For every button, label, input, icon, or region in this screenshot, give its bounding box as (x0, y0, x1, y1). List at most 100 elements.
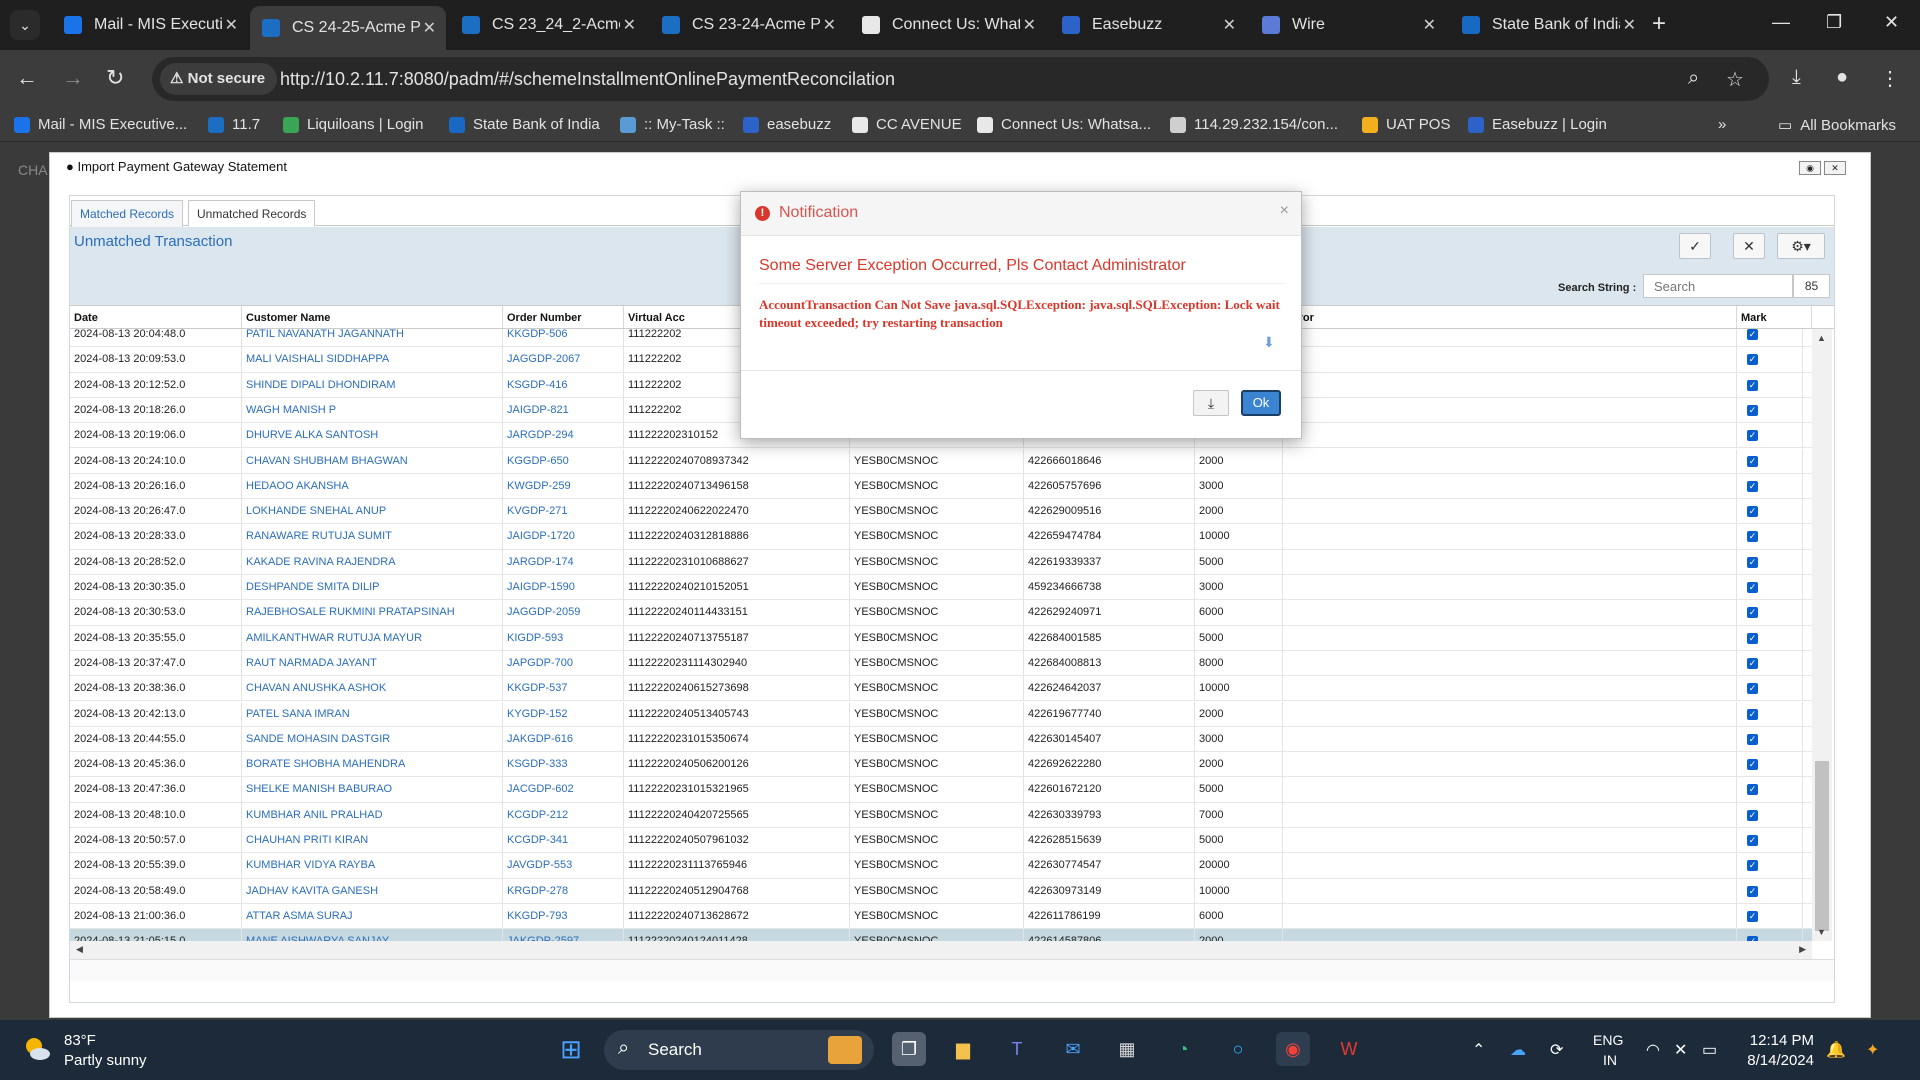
tab-unmatched-records[interactable]: Unmatched Records (188, 200, 316, 227)
horizontal-scrollbar[interactable]: ◀ ▶ (70, 941, 1812, 959)
region-indicator[interactable]: IN (1603, 1052, 1617, 1068)
download-button[interactable]: ⤓ (1193, 390, 1229, 416)
dialog-close-icon[interactable]: × (1280, 202, 1289, 220)
cell-customer-name[interactable]: PATEL SANA IMRAN (242, 701, 503, 726)
cell-customer-name[interactable]: CHAVAN SHUBHAM BHAGWAN (242, 448, 503, 473)
mark-checkbox[interactable]: ✓ (1747, 632, 1758, 644)
close-icon[interactable]: ✕ (1824, 161, 1846, 175)
cell-order-number[interactable]: JAIGDP-821 (503, 397, 624, 423)
cell-customer-name[interactable]: RANAWARE RUTUJA SUMIT (242, 524, 503, 549)
mark-checkbox[interactable]: ✓ (1747, 430, 1758, 442)
mark-checkbox[interactable]: ✓ (1747, 733, 1758, 745)
browser-tab[interactable]: Easebuzz ✕ (1050, 8, 1246, 42)
cell-customer-name[interactable]: CHAVAN ANUSHKA ASHOK (242, 676, 503, 701)
chrome-icon[interactable]: ◉ (1276, 1032, 1310, 1066)
onedrive-icon[interactable]: ☁ (1510, 1040, 1526, 1060)
mark-checkbox[interactable]: ✓ (1747, 556, 1758, 568)
cell-customer-name[interactable]: HEDAOO AKANSHA (242, 473, 503, 499)
bookmark-item[interactable]: Connect Us: Whatsa... (977, 116, 1151, 133)
cell-customer-name[interactable]: RAJEBHOSALE RUKMINI PRATAPSINAH (242, 600, 503, 625)
cell-customer-name[interactable]: ATTAR ASMA SURAJ (242, 903, 503, 929)
tab-close-icon[interactable]: ✕ (1223, 15, 1236, 35)
cell-order-number[interactable]: JAPGDP-700 (503, 650, 624, 676)
table-row[interactable]: 2024-08-13 20:37:47.0 RAUT NARMADA JAYANT… (70, 650, 1812, 677)
cell-customer-name[interactable]: LOKHANDE SNEHAL ANUP (242, 499, 503, 524)
cell-customer-name[interactable]: SANDE MOHASIN DASTGIR (242, 726, 503, 752)
start-windows-icon[interactable]: ⊞ (554, 1032, 588, 1066)
cell-order-number[interactable]: JAIGDP-1720 (503, 524, 624, 549)
mark-checkbox[interactable]: ✓ (1747, 531, 1758, 543)
cell-customer-name[interactable]: PATIL NAVANATH JAGANNATH (242, 329, 503, 347)
table-row[interactable]: 2024-08-13 20:28:33.0 RANAWARE RUTUJA SUM… (70, 524, 1812, 550)
cell-customer-name[interactable]: KUMBHAR ANIL PRALHAD (242, 802, 503, 827)
scroll-thumb[interactable] (1815, 761, 1829, 931)
wps-office-icon[interactable]: W (1332, 1032, 1366, 1066)
mark-checkbox[interactable]: ✓ (1747, 910, 1758, 922)
cell-order-number[interactable]: KSGDP-416 (503, 372, 624, 397)
table-row[interactable]: 2024-08-13 21:05:15.0MANE AISHWARYA SANJ… (70, 929, 1812, 941)
cell-order-number[interactable]: JARGDP-174 (503, 549, 624, 574)
tab-close-icon[interactable]: ✕ (1023, 15, 1036, 35)
back-icon[interactable]: ← (16, 66, 38, 90)
bookmark-star-icon[interactable]: ☆ (1726, 67, 1744, 92)
table-row[interactable]: 2024-08-13 20:30:35.0 DESHPANDE SMITA DIL… (70, 575, 1812, 601)
reject-x-button[interactable]: ✕ (1733, 233, 1765, 259)
mail-icon[interactable]: ✉ (1056, 1032, 1090, 1066)
browser-tab[interactable]: State Bank of India ✕ (1450, 8, 1646, 42)
tab-close-icon[interactable]: ✕ (423, 18, 436, 38)
cell-order-number[interactable]: KYGDP-152 (503, 701, 624, 726)
taskbar-search[interactable]: ⌕ Search (604, 1030, 874, 1070)
cell-customer-name[interactable]: DHURVE ALKA SANTOSH (242, 423, 503, 448)
notification-bell-icon[interactable]: 🔔 (1826, 1040, 1846, 1060)
cell-order-number[interactable]: JARGDP-294 (503, 423, 624, 448)
bookmark-item[interactable]: easebuzz (743, 116, 831, 133)
mark-checkbox[interactable]: ✓ (1747, 607, 1758, 619)
tray-overflow-icon[interactable]: ⌃ (1472, 1040, 1485, 1060)
table-row[interactable]: 2024-08-13 20:47:36.0 SHELKE MANISH BABUR… (70, 777, 1812, 803)
col-customer-name[interactable]: Customer Name (242, 306, 503, 328)
browser-tab[interactable]: Mail - MIS Executive✕ (52, 8, 248, 42)
ok-button[interactable]: Ok (1241, 390, 1281, 416)
calculator-icon[interactable]: ▦ (1110, 1032, 1144, 1066)
mark-checkbox[interactable]: ✓ (1747, 404, 1758, 416)
cell-order-number[interactable]: JAKGDP-2597 (503, 929, 624, 941)
cell-order-number[interactable]: KWGDP-259 (503, 473, 624, 499)
cell-customer-name[interactable]: SHINDE DIPALI DHONDIRAM (242, 372, 503, 397)
sync-icon[interactable]: ⟳ (1550, 1040, 1563, 1060)
minimize-icon[interactable]: — (1772, 12, 1790, 33)
col-order-number[interactable]: Order Number (503, 306, 624, 328)
tab-close-icon[interactable]: ✕ (823, 15, 836, 35)
cell-order-number[interactable]: KVGDP-271 (503, 499, 624, 524)
cell-customer-name[interactable]: WAGH MANISH P (242, 397, 503, 423)
scroll-down-icon[interactable]: ▼ (1817, 927, 1826, 937)
weather-temperature[interactable]: 83°F (64, 1032, 96, 1049)
forward-icon[interactable]: → (62, 66, 84, 90)
table-row[interactable]: 2024-08-13 20:28:52.0 KAKADE RAVINA RAJEN… (70, 549, 1812, 575)
all-bookmarks-button[interactable]: ▭ All Bookmarks (1778, 116, 1896, 135)
tab-search-button[interactable]: ⌄ (10, 10, 40, 40)
download-icon[interactable]: ⤓ (1792, 66, 1801, 89)
browser-tab[interactable]: Connect Us: WhatsApp✕ (850, 8, 1046, 42)
cell-order-number[interactable]: KKGDP-537 (503, 676, 624, 701)
cell-customer-name[interactable]: CHAUHAN PRITI KIRAN (242, 828, 503, 853)
mark-checkbox[interactable]: ✓ (1747, 329, 1758, 340)
cell-order-number[interactable]: JAIGDP-1590 (503, 575, 624, 600)
bookmark-item[interactable]: 11.7 (208, 116, 260, 133)
settings-gear-button[interactable]: ⚙▾ (1777, 233, 1825, 259)
cell-customer-name[interactable]: KUMBHAR VIDYA RAYBA (242, 853, 503, 878)
bookmark-item[interactable]: Mail - MIS Executive... (14, 116, 187, 133)
maximize-icon[interactable]: ◉ (1799, 161, 1821, 175)
approve-check-button[interactable]: ✓ (1679, 233, 1711, 259)
browser-tab[interactable]: CS 24-25-Acme Pvt ✕ (250, 6, 446, 50)
cell-customer-name[interactable]: BORATE SHOBHA MAHENDRA (242, 752, 503, 777)
table-row[interactable]: 2024-08-13 20:35:55.0 AMILKANTHWAR RUTUJA… (70, 625, 1812, 651)
more-bookmarks-icon[interactable]: » (1718, 116, 1726, 133)
table-row[interactable]: 2024-08-13 20:38:36.0 CHAVAN ANUSHKA ASHO… (70, 676, 1812, 702)
table-row[interactable]: 2024-08-13 20:42:13.0 PATEL SANA IMRAN KYG… (70, 701, 1812, 727)
cell-customer-name[interactable]: MALI VAISHALI SIDDHAPPA (242, 347, 503, 372)
mark-checkbox[interactable]: ✓ (1747, 379, 1758, 391)
file-explorer-icon[interactable]: ▆ (946, 1032, 980, 1066)
scroll-right-icon[interactable]: ▶ (1799, 944, 1806, 955)
bookmark-item[interactable]: State Bank of India (449, 116, 600, 133)
vertical-scrollbar[interactable]: ▲ ▼ (1812, 329, 1832, 941)
